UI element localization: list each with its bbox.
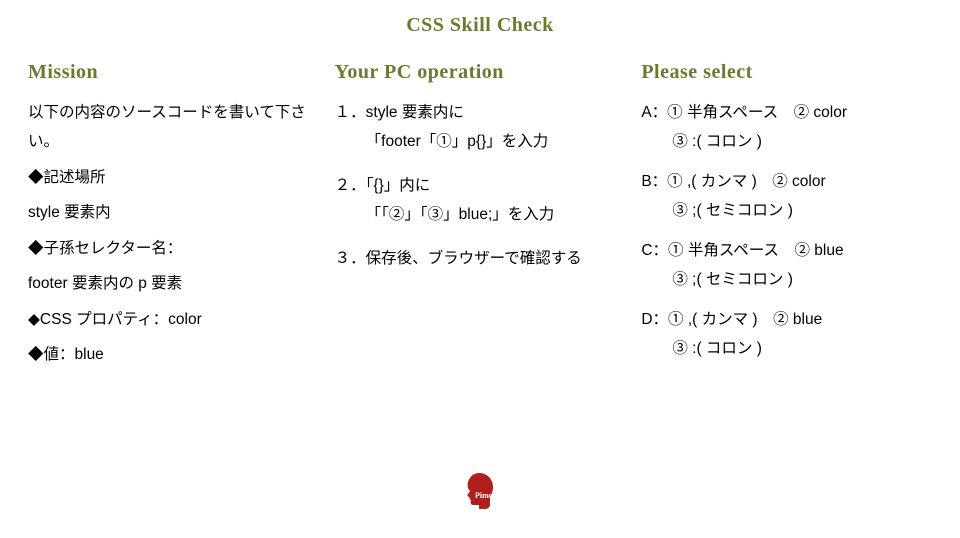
step-3: ３．保存後、ブラウザーで確認する [335, 244, 626, 273]
mission-body: 以下の内容のソースコードを書いて下さい。 ◆記述場所 style 要素内 ◆子孫… [28, 98, 319, 370]
select-options: A：① 半角スペース ② color ③ :( コロン ) B：① ,( カンマ… [641, 98, 932, 364]
operation-steps: １．style 要素内に 「footer「①」p{}」を入力 ２．「{}」内に … [335, 98, 626, 273]
operation-column: Your PC operation １．style 要素内に 「footer「①… [327, 61, 634, 376]
option-a[interactable]: A：① 半角スペース ② color ③ :( コロン ) [641, 98, 932, 157]
step-2-line1: ２．「{}」内に [335, 177, 431, 194]
option-d[interactable]: D：① ,( カンマ ) ② blue ③ :( コロン ) [641, 305, 932, 364]
step-1-line1: １．style 要素内に [335, 104, 464, 121]
mission-location-label: ◆記述場所 [28, 163, 319, 192]
step-1-line2: 「footer「①」p{}」を入力 [335, 127, 626, 156]
option-c[interactable]: C：① 半角スペース ② blue ③ ;( セミコロン ) [641, 236, 932, 295]
mission-column: Mission 以下の内容のソースコードを書いて下さい。 ◆記述場所 style… [20, 61, 327, 376]
step-2-line2: 「「②」「③」blue;」を入力 [335, 200, 626, 229]
mission-property: ◆CSS プロパティ：color [28, 305, 319, 334]
option-c-line2: ③ ;( セミコロン ) [641, 265, 932, 294]
operation-heading: Your PC operation [335, 61, 626, 84]
mission-location-value: style 要素内 [28, 198, 319, 227]
option-b-line1: B：① ,( カンマ ) ② color [641, 173, 825, 190]
columns: Mission 以下の内容のソースコードを書いて下さい。 ◆記述場所 style… [0, 61, 960, 376]
mission-value: ◆値：blue [28, 340, 319, 369]
mission-intro: 以下の内容のソースコードを書いて下さい。 [28, 98, 319, 157]
logo-text: Pimc [475, 491, 493, 500]
option-b-line2: ③ ;( セミコロン ) [641, 196, 932, 225]
mission-selector-label: ◆子孫セレクター名： [28, 234, 319, 263]
mission-heading: Mission [28, 61, 319, 84]
option-a-line2: ③ :( コロン ) [641, 127, 932, 156]
option-d-line1: D：① ,( カンマ ) ② blue [641, 311, 822, 328]
option-a-line1: A：① 半角スペース ② color [641, 104, 847, 121]
step-2: ２．「{}」内に 「「②」「③」blue;」を入力 [335, 171, 626, 230]
option-b[interactable]: B：① ,( カンマ ) ② color ③ ;( セミコロン ) [641, 167, 932, 226]
mission-selector-value: footer 要素内の p 要素 [28, 269, 319, 298]
option-d-line2: ③ :( コロン ) [641, 334, 932, 363]
page-title: CSS Skill Check [0, 0, 960, 37]
option-c-line1: C：① 半角スペース ② blue [641, 242, 843, 259]
step-1: １．style 要素内に 「footer「①」p{}」を入力 [335, 98, 626, 157]
select-column: Please select A：① 半角スペース ② color ③ :( コロ… [633, 61, 940, 376]
select-heading: Please select [641, 61, 932, 84]
step-3-line1: ３．保存後、ブラウザーで確認する [335, 250, 582, 267]
logo: Pimc [457, 469, 503, 520]
head-icon: Pimc [457, 469, 503, 515]
